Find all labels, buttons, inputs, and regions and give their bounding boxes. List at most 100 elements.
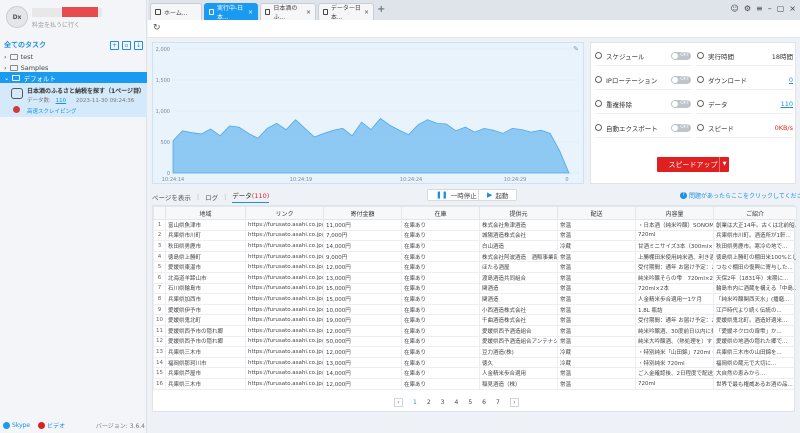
- download-value[interactable]: 0: [789, 76, 793, 84]
- pause-button[interactable]: ❚❚ 一時停止: [427, 189, 486, 201]
- data-count[interactable]: 110: [56, 98, 67, 104]
- tab-task-editor[interactable]: 日本酒のふ... ×: [260, 3, 316, 21]
- task-item[interactable]: 日本酒のふるさと納税を探す（1ページ目） × データ数: 110 2023-11…: [0, 83, 147, 117]
- page-number[interactable]: 3: [441, 399, 445, 406]
- column-header[interactable]: 寄付金額: [323, 206, 402, 220]
- table-row[interactable]: 6北海道羊蹄山市https://furusato.asahi.co.jp/goo…: [153, 271, 797, 284]
- start-button[interactable]: ▶ 起動: [478, 189, 518, 201]
- new-tab-icon[interactable]: +: [377, 4, 385, 15]
- table-row[interactable]: 1富山県魚津市https://furusato.asahi.co.jp/good…: [153, 219, 797, 231]
- column-header[interactable]: 提供元: [479, 206, 558, 220]
- table-cell: 冷蔵: [557, 240, 636, 252]
- x-tick-label: 10:24:14: [162, 177, 184, 183]
- table-row[interactable]: 12 愛媛県西予市の隠れ郷 https://furusato.asahi.co.jp…: [153, 335, 797, 348]
- maximize-icon[interactable]: ▢: [777, 4, 785, 13]
- folder-default[interactable]: ⌄ デフォルト: [0, 72, 147, 83]
- speedup-label: スピードアップ: [668, 160, 718, 169]
- table-row[interactable]: 7石川県輪島市https://furusato.asahi.co.jp/good…: [153, 282, 797, 295]
- add-task-icon[interactable]: +: [110, 40, 119, 50]
- prev-page-icon[interactable]: ‹: [394, 398, 403, 407]
- tab-data-view[interactable]: データ(110): [232, 190, 270, 203]
- close-icon[interactable]: ×: [306, 9, 311, 16]
- minimize-icon[interactable]: –: [768, 4, 772, 13]
- table-row[interactable]: 2兵庫県市川町https://furusato.asahi.co.jp/good…: [153, 229, 797, 242]
- table-cell: ご入金確認後、2日程度で配送: [635, 367, 714, 379]
- skype-link[interactable]: Skype: [3, 422, 30, 429]
- chevron-down-icon[interactable]: ▼: [719, 157, 729, 172]
- table-row[interactable]: 11 愛媛県西予市の隠れ郷 https://furusato.asahi.co.jp…: [153, 324, 797, 337]
- tab-data[interactable]: データー日本... ×: [318, 3, 374, 21]
- table-row[interactable]: 3秋田県男鹿市https://furusato.asahi.co.jp/good…: [153, 240, 797, 252]
- folder-label: デフォルト: [23, 74, 56, 83]
- column-header[interactable]: ご紹介: [713, 206, 797, 220]
- question-icon: ?: [680, 192, 687, 199]
- close-icon[interactable]: ×: [248, 9, 253, 16]
- tab-running[interactable]: 実行中-日本... ×: [204, 3, 258, 21]
- table-cell: 在庫あり: [401, 293, 480, 305]
- help-link[interactable]: ? 問題があったらここをクリックしてください: [680, 191, 800, 200]
- close-icon[interactable]: ×: [364, 9, 369, 16]
- table-cell: 在庫あり: [401, 282, 480, 295]
- video-link[interactable]: ビデオ: [38, 421, 65, 430]
- dedupe-toggle[interactable]: OFF: [671, 99, 691, 108]
- gear-icon[interactable]: ⚙: [744, 4, 751, 13]
- table-row[interactable]: 13兵庫県三木市https://furusato.asahi.co.jp/goo…: [153, 346, 797, 358]
- column-header[interactable]: 配送: [557, 206, 636, 220]
- row-index: 1: [153, 219, 166, 231]
- stat-data: データ 110: [697, 94, 793, 114]
- user-icon[interactable]: ☺: [731, 4, 739, 13]
- table-row[interactable]: 10愛媛県鬼北町https://furusato.asahi.co.jp/goo…: [153, 314, 797, 326]
- tab-page-view[interactable]: ページを表示: [152, 192, 191, 202]
- schedule-toggle[interactable]: OFF: [671, 51, 691, 60]
- table-row[interactable]: 14福岡県那珂川市https://furusato.asahi.co.jp/go…: [153, 356, 797, 369]
- column-header[interactable]: 地域: [165, 206, 246, 220]
- table-cell: 創業は大正14年。古くは北前船...: [713, 219, 797, 231]
- tab-label: 日本酒のふ...: [273, 5, 298, 21]
- table-cell: ・日本酒（純米吟醸）SONOMAM...: [635, 219, 714, 231]
- auto-export-toggle[interactable]: OFF: [671, 123, 691, 132]
- table-row[interactable]: 4徳島県上勝町https://furusato.asahi.co.jp/good…: [153, 250, 797, 263]
- page-number[interactable]: 4: [454, 399, 458, 406]
- table-cell: 兵庫県芦屋市: [165, 367, 246, 379]
- account-subtitle[interactable]: 料金を払うに行く: [32, 20, 80, 29]
- table-row[interactable]: 5愛媛県東温市https://furusato.asahi.co.jp/good…: [153, 261, 797, 273]
- next-page-icon[interactable]: ›: [509, 398, 519, 407]
- table-row[interactable]: 16兵庫県三木市https://furusato.asahi.co.jp/goo…: [153, 377, 797, 390]
- pause-label: 一時停止: [450, 192, 477, 200]
- speedup-button[interactable]: スピードアップ ▼: [657, 157, 729, 172]
- row-index: 2: [153, 229, 166, 242]
- ip-rotation-toggle[interactable]: OFF: [671, 75, 691, 84]
- table-cell: 在庫あり: [401, 367, 480, 379]
- page-number[interactable]: 5: [468, 399, 472, 406]
- table-row[interactable]: 15兵庫県芦屋市https://furusato.asahi.co.jp/goo…: [153, 367, 797, 379]
- table-cell: 石川県輪島市: [165, 282, 246, 295]
- menu-icon[interactable]: ≡: [756, 4, 763, 13]
- page-number[interactable]: 1: [413, 399, 417, 406]
- edit-icon[interactable]: ✎: [573, 45, 579, 53]
- tab-home[interactable]: ホーム...: [150, 3, 202, 20]
- table-row[interactable]: 9愛媛県伊予市https://furusato.asahi.co.jp/good…: [153, 303, 797, 316]
- page-number[interactable]: 6: [482, 399, 486, 406]
- page-number[interactable]: 2: [427, 399, 431, 406]
- data-value[interactable]: 110: [781, 100, 793, 108]
- table-body: 1富山県魚津市https://furusato.asahi.co.jp/good…: [153, 219, 797, 390]
- refresh-icon[interactable]: ↻: [153, 23, 161, 33]
- row-index: 15: [153, 367, 166, 379]
- table-cell: 冷蔵: [557, 346, 636, 358]
- new-folder-icon[interactable]: ▫: [122, 40, 131, 50]
- close-icon[interactable]: ×: [135, 86, 141, 94]
- column-header[interactable]: [153, 206, 166, 220]
- close-window-icon[interactable]: ×: [789, 4, 796, 13]
- table-cell: 秋田県男鹿市。寒冷の地で...: [713, 240, 797, 252]
- page-icon: [265, 9, 271, 15]
- import-icon[interactable]: ↓: [134, 40, 143, 50]
- folder-test[interactable]: › test: [0, 51, 147, 62]
- tab-log[interactable]: ログ: [205, 192, 218, 202]
- all-tasks-title[interactable]: 全てのタスク: [4, 40, 46, 50]
- page-number[interactable]: 7: [496, 399, 500, 406]
- column-header[interactable]: 内容量: [635, 206, 714, 220]
- table-row[interactable]: 8兵庫県加西市https://furusato.asahi.co.jp/good…: [153, 293, 797, 305]
- column-header[interactable]: リンク: [245, 206, 324, 220]
- tab-label: データ: [232, 192, 252, 200]
- column-header[interactable]: 在庫: [401, 206, 480, 220]
